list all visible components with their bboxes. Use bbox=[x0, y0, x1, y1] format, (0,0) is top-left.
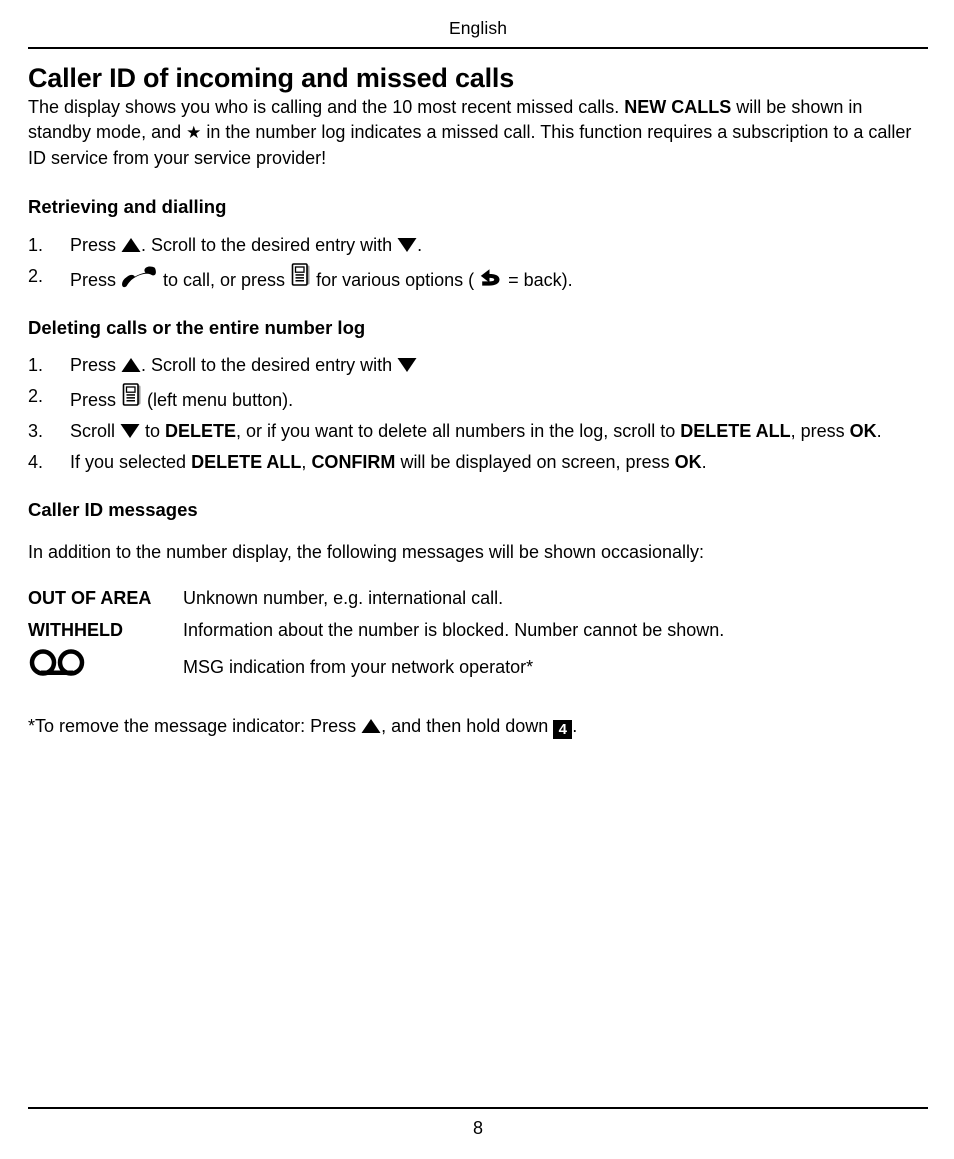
list-item: 1. Press . Scroll to the desired entry wi… bbox=[28, 352, 928, 378]
messages-intro-paragraph: In addition to the number display, the f… bbox=[28, 541, 705, 562]
message-description: MSG indication from your network operato… bbox=[183, 657, 534, 678]
message-description: Unknown number, e.g. international call. bbox=[183, 588, 504, 609]
list-item: 2. Press (left menu button). bbox=[28, 383, 928, 413]
step-bold-delete: DELETE bbox=[165, 421, 237, 442]
step-bold-ok: OK bbox=[849, 421, 877, 442]
step-number: 1. bbox=[28, 354, 44, 375]
triangle-down-icon bbox=[397, 357, 417, 373]
retrieving-steps-list: 1. Press . Scroll to the desired entry wi… bbox=[28, 232, 928, 293]
page-footer: 8 bbox=[28, 1107, 928, 1137]
triangle-down-icon bbox=[120, 423, 140, 439]
intro-text-1: The display shows you who is calling and… bbox=[28, 96, 625, 117]
step-text-4: , press bbox=[790, 421, 850, 442]
step-text-3: , or if you want to delete all numbers i… bbox=[236, 421, 681, 442]
step-number: 2. bbox=[28, 386, 44, 407]
intro-bold-new-calls: NEW CALLS bbox=[624, 96, 732, 117]
list-item: 2. Press to call, or press for various op… bbox=[28, 262, 928, 293]
document-page: English Caller ID of incoming and missed… bbox=[0, 0, 954, 1159]
triangle-down-icon bbox=[397, 237, 417, 253]
keypad-key-4-icon: 4 bbox=[553, 720, 573, 740]
caller-id-messages-list: OUT OF AREA Unknown number, e.g. interna… bbox=[28, 585, 928, 680]
step-text-1: Press bbox=[70, 234, 122, 255]
step-bold-delete-all: DELETE ALL bbox=[191, 452, 302, 473]
running-head: English bbox=[448, 18, 508, 38]
heading-deleting-calls: Deleting calls or the entire number log bbox=[28, 316, 366, 338]
message-term: OUT OF AREA bbox=[28, 588, 152, 609]
star-icon: ★ bbox=[186, 123, 202, 143]
step-text-3: . bbox=[417, 234, 423, 255]
step-bold-ok: OK bbox=[674, 452, 702, 473]
heading-retrieving-and-dialling: Retrieving and dialling bbox=[28, 196, 227, 218]
answering-machine-icon bbox=[28, 649, 86, 677]
message-description: Information about the number is blocked.… bbox=[183, 620, 725, 641]
step-text-2: to bbox=[140, 421, 166, 442]
heading-caller-id-messages: Caller ID messages bbox=[28, 499, 198, 521]
step-number: 3. bbox=[28, 421, 44, 442]
list-item: 4. If you selected DELETE ALL, CONFIRM wi… bbox=[28, 449, 928, 475]
step-bold-confirm: CONFIRM bbox=[311, 452, 396, 473]
phone-handset-icon bbox=[121, 266, 158, 288]
step-number: 1. bbox=[28, 234, 44, 255]
menu-button-icon bbox=[121, 383, 142, 408]
step-number: 4. bbox=[28, 452, 44, 473]
message-term: WITHHELD bbox=[28, 620, 123, 641]
menu-button-icon bbox=[290, 262, 311, 288]
step-text-3: for various options ( bbox=[311, 269, 480, 290]
deleting-steps-list: 1. Press . Scroll to the desired entry wi… bbox=[28, 352, 928, 475]
step-text-2: (left menu button). bbox=[142, 390, 294, 411]
list-item: 3. Scroll to DELETE, or if you want to de… bbox=[28, 418, 928, 444]
step-text-4: = back). bbox=[503, 269, 573, 290]
footnote-text-3: . bbox=[572, 716, 578, 737]
message-term-icon bbox=[28, 649, 183, 680]
step-text-1: Press bbox=[70, 354, 122, 375]
step-text-1: Press bbox=[70, 390, 122, 411]
footnote-paragraph: *To remove the message indicator: Press … bbox=[28, 714, 928, 740]
list-item: OUT OF AREA Unknown number, e.g. interna… bbox=[28, 585, 928, 611]
step-text-2: . Scroll to the desired entry with bbox=[141, 234, 398, 255]
step-text-3: will be displayed on screen, press bbox=[395, 452, 675, 473]
triangle-up-icon bbox=[121, 237, 141, 253]
triangle-up-icon bbox=[121, 357, 141, 373]
step-text-2: to call, or press bbox=[158, 269, 291, 290]
step-text-1: Scroll bbox=[70, 421, 121, 442]
step-text-1: If you selected bbox=[70, 452, 192, 473]
list-item: 1. Press . Scroll to the desired entry wi… bbox=[28, 232, 928, 258]
page-title: Caller ID of incoming and missed calls bbox=[28, 62, 515, 93]
step-text-2: , bbox=[301, 452, 312, 473]
step-text-2: . Scroll to the desired entry with bbox=[141, 354, 398, 375]
step-text-1: Press bbox=[70, 269, 122, 290]
intro-paragraph: The display shows you who is calling and… bbox=[28, 95, 928, 172]
list-item: WITHHELD Information about the number is… bbox=[28, 617, 928, 643]
triangle-up-icon bbox=[361, 718, 381, 734]
back-arrow-icon bbox=[479, 266, 503, 288]
page-number: 8 bbox=[472, 1118, 483, 1138]
header-rule bbox=[28, 46, 928, 49]
footnote-text-1: *To remove the message indicator: Press bbox=[28, 716, 362, 737]
step-number: 2. bbox=[28, 265, 44, 286]
step-text-4: . bbox=[701, 452, 707, 473]
footnote-text-2: , and then hold down bbox=[381, 716, 554, 737]
list-item: MSG indication from your network operato… bbox=[28, 649, 928, 680]
step-text-5: . bbox=[876, 421, 882, 442]
step-bold-delete-all: DELETE ALL bbox=[680, 421, 791, 442]
